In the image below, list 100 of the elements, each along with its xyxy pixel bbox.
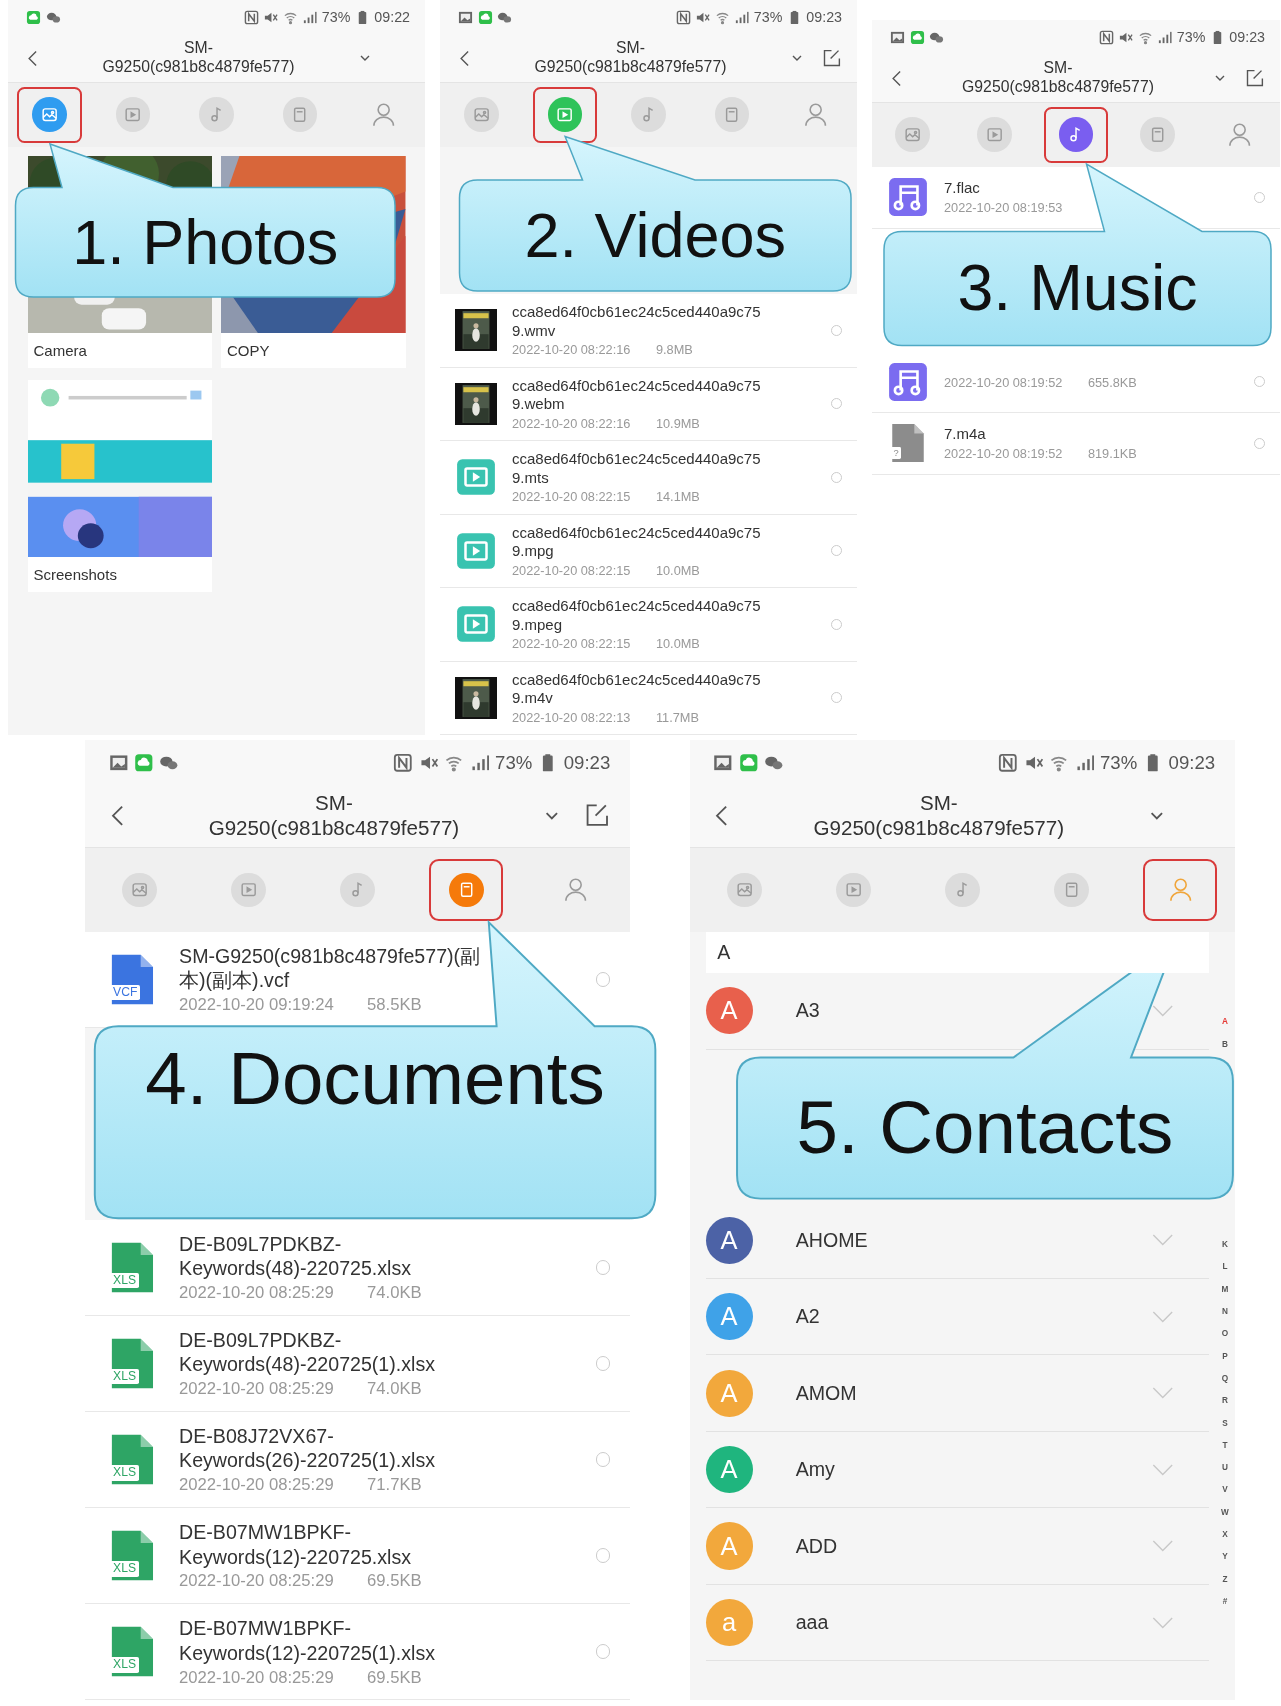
- file-row[interactable]: cca8ed64f0cb61ec24c5ced440a9c759.mpeg 2022-10-20 08:22:15 10.0MB: [440, 588, 857, 662]
- videos-tab[interactable]: [231, 872, 266, 908]
- battery-level: 73%: [1100, 751, 1138, 774]
- file-row[interactable]: cca8ed64f0cb61ec24c5ced440a9c759.mts 2022-10-20 08:22:15 14.1MB: [440, 441, 857, 515]
- index-letter[interactable]: X: [1222, 1531, 1228, 1540]
- contact-row[interactable]: A ADD: [705, 1508, 1210, 1585]
- device-title: SM-G9250(c981b8c4879fe577): [961, 59, 1155, 97]
- index-letter[interactable]: T: [1222, 1441, 1228, 1451]
- file-size: 74.0KB: [367, 1379, 422, 1400]
- file-row[interactable]: cca8ed64f0cb61ec24c5ced440a9c759.m4v 2022-10-20 08:22:13 11.7MB: [440, 661, 857, 735]
- contact-row[interactable]: a aaa: [705, 1584, 1210, 1662]
- file-date: 2022-10-20 08:25:29: [179, 1667, 334, 1688]
- music-tab[interactable]: [631, 97, 666, 133]
- file-size: 10.9MB: [655, 415, 700, 431]
- photos-tab[interactable]: [464, 97, 499, 133]
- index-letter[interactable]: A: [1222, 1018, 1228, 1027]
- file-row[interactable]: cca8ed64f0cb61ec24c5ced440a9c759.webm 2022-10-20 08:22:16 10.9MB: [440, 367, 857, 441]
- music-tab[interactable]: [199, 97, 234, 133]
- file-size: 74.0KB: [367, 1283, 422, 1304]
- section-header: A: [705, 932, 1210, 974]
- file-date: 2022-10-20 08:19:52: [944, 375, 1063, 391]
- contact-row[interactable]: A AMOM: [705, 1355, 1210, 1432]
- battery-level: 73%: [753, 9, 783, 26]
- file-row[interactable]: XLS DE-B09L7PDKBZ-Keywords(48)-220725(1).xlsx 2022-10-20 08:25:29 74.0KB: [85, 1316, 630, 1413]
- index-letter[interactable]: B: [1222, 1040, 1228, 1049]
- file-size: 10.0MB: [655, 562, 700, 578]
- callout-label: 2. Videos: [524, 204, 786, 267]
- file-name: 7.flac: [944, 179, 981, 199]
- file-size: 69.5KB: [367, 1667, 422, 1688]
- file-date: 2022-10-20 09:19:24: [179, 995, 334, 1016]
- nfc-icon: [675, 9, 691, 25]
- battery-level: 73%: [495, 751, 533, 774]
- file-row[interactable]: XLS DE-B08J72VX67-Keywords(26)-220725(1).xlsx 2022-10-20 08:25:29 71.7KB: [85, 1412, 630, 1509]
- file-date: 2022-10-20 08:22:15: [512, 562, 631, 578]
- music-tab[interactable]: [944, 872, 980, 908]
- videos-tab[interactable]: [977, 117, 1012, 153]
- index-letter[interactable]: U: [1222, 1464, 1228, 1473]
- callout-label: 5. Contacts: [796, 1090, 1174, 1166]
- documents-tab[interactable]: [1053, 872, 1089, 908]
- clock: 09:23: [563, 751, 611, 774]
- file-row[interactable]: XLS DE-B07MW1BPKF-Keywords(12)-220725(1).xlsx 2022-10-20 08:25:29 69.5KB: [85, 1604, 630, 1701]
- videos-tab[interactable]: [836, 872, 871, 908]
- index-letter[interactable]: Q: [1221, 1374, 1229, 1384]
- music-tab[interactable]: [1058, 117, 1094, 153]
- avatar: A: [705, 1369, 753, 1417]
- documents-tab[interactable]: [282, 97, 318, 133]
- music-tab[interactable]: [340, 872, 375, 908]
- documents-tab[interactable]: [714, 97, 750, 133]
- photos-tab[interactable]: [122, 872, 157, 908]
- index-letter[interactable]: #: [1222, 1597, 1228, 1607]
- index-letter[interactable]: K: [1222, 1241, 1228, 1250]
- file-row[interactable]: cca8ed64f0cb61ec24c5ced440a9c759.mpg 2022-10-20 08:22:15 10.0MB: [440, 514, 857, 588]
- signal-icon: [1157, 29, 1173, 45]
- file-name: cca8ed64f0cb61ec24c5ced440a9c759.wmv: [512, 303, 762, 341]
- file-name: DE-B09L7PDKBZ-Keywords(48)-220725.xlsx: [179, 1231, 413, 1281]
- avatar: A: [705, 1216, 753, 1264]
- file-size: 655.8KB: [1087, 375, 1137, 391]
- nfc-icon: [1098, 29, 1114, 45]
- device-title: SM-G9250(c981b8c4879fe577): [207, 791, 461, 841]
- documents-tab[interactable]: [449, 872, 484, 908]
- album-name: COPY: [226, 341, 271, 361]
- file-date: 2022-10-20 08:25:29: [179, 1283, 334, 1304]
- index-letter[interactable]: P: [1222, 1352, 1228, 1361]
- file-row[interactable]: XLS DE-B07MW1BPKF-Keywords(12)-220725.xlsx 2022-10-20 08:25:29 69.5KB: [85, 1508, 630, 1605]
- photos-tab[interactable]: [895, 117, 931, 153]
- album-card[interactable]: Screenshots: [27, 380, 212, 592]
- index-letter[interactable]: N: [1222, 1308, 1228, 1317]
- documents-tab[interactable]: [1140, 117, 1175, 153]
- index-letter[interactable]: S: [1222, 1419, 1228, 1428]
- file-date: 2022-10-20 08:25:29: [179, 1475, 334, 1496]
- index-letter[interactable]: M: [1221, 1285, 1229, 1294]
- videos-tab[interactable]: [547, 97, 583, 133]
- photos-tab[interactable]: [32, 97, 67, 133]
- index-letter[interactable]: V: [1222, 1486, 1228, 1495]
- file-row[interactable]: XLS DE-B09L7PDKBZ-Keywords(48)-220725.xlsx 2022-10-20 08:25:29 74.0KB: [85, 1220, 630, 1317]
- index-letter[interactable]: W: [1221, 1508, 1229, 1517]
- file-name: cca8ed64f0cb61ec24c5ced440a9c759.webm: [512, 376, 762, 415]
- index-letter[interactable]: O: [1221, 1330, 1229, 1339]
- index-letter[interactable]: R: [1222, 1397, 1228, 1406]
- file-date: 2022-10-20 08:25:29: [179, 1571, 334, 1592]
- file-name: SM-G9250(c981b8c4879fe577)(副本)(副本).vcf: [179, 943, 482, 993]
- signal-icon: [1074, 752, 1095, 773]
- contact-row[interactable]: A A2: [705, 1278, 1210, 1356]
- file-date: 2022-10-20 08:19:52: [944, 446, 1063, 462]
- index-letter[interactable]: L: [1222, 1263, 1228, 1272]
- play-icon: [124, 106, 142, 124]
- index-letter[interactable]: Z: [1222, 1575, 1228, 1584]
- battery-level: 73%: [1176, 29, 1206, 46]
- index-letter[interactable]: Y: [1222, 1553, 1228, 1562]
- videos-tab[interactable]: [115, 97, 151, 133]
- edit-icon[interactable]: [821, 47, 842, 69]
- contact-row[interactable]: A Amy: [705, 1431, 1210, 1509]
- file-name: cca8ed64f0cb61ec24c5ced440a9c759.mpeg: [512, 597, 762, 635]
- file-size: 11.7MB: [655, 709, 699, 725]
- photos-tab[interactable]: [727, 872, 762, 908]
- contact-name: A2: [795, 1305, 821, 1329]
- file-row[interactable]: cca8ed64f0cb61ec24c5ced440a9c759.wmv 2022-10-20 08:22:16 9.8MB: [440, 294, 857, 368]
- edit-icon[interactable]: [1244, 67, 1265, 89]
- clock: 09:23: [1229, 29, 1265, 46]
- contact-row[interactable]: A AHOME: [705, 1202, 1210, 1279]
